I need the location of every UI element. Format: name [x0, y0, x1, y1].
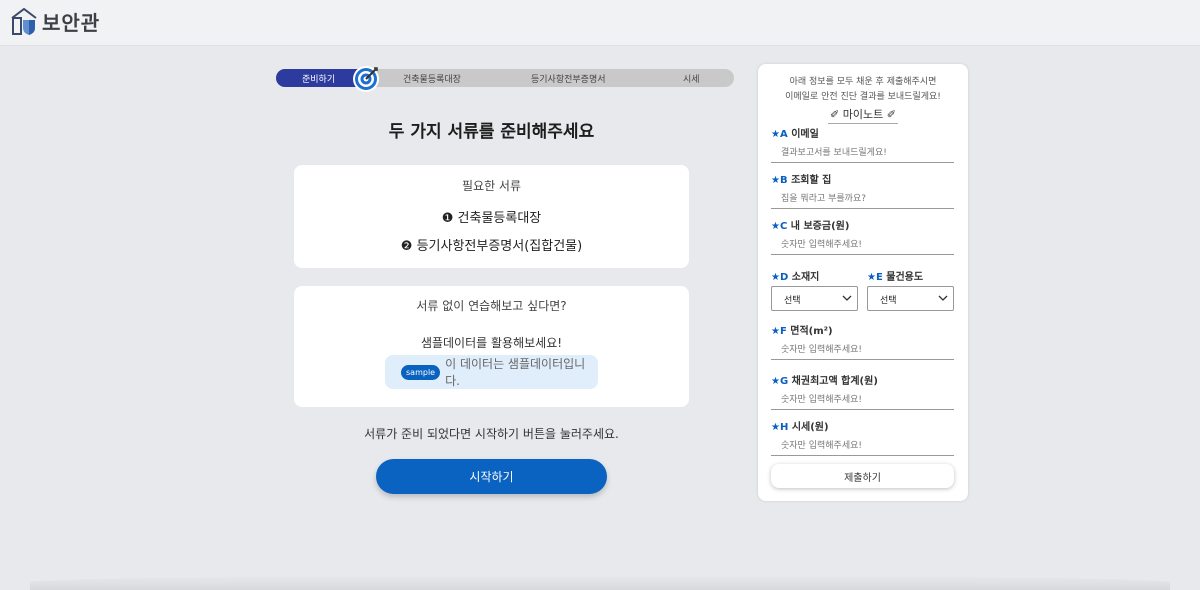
sample-cta: 샘플데이터를 활용해보세요! [420, 336, 563, 350]
submit-button[interactable]: 제출하기 [771, 464, 954, 488]
house-shield-icon [11, 7, 37, 35]
step-market-price[interactable]: 시세 [683, 72, 700, 85]
max-claim-field[interactable] [771, 390, 954, 410]
start-instruction: 서류가 준비 되었다면 시작하기 버튼을 눌러주세요. [364, 427, 619, 441]
panel-note-line1: 아래 정보를 모두 채운 후 제출해주시면 [789, 77, 937, 87]
usage-select[interactable]: 선택 [867, 286, 954, 311]
house-label: ★B 조회할 집 [771, 171, 831, 186]
chevron-down-icon [842, 295, 852, 301]
deposit-mark: ★C [771, 221, 788, 232]
usage-label: ★E 물건용도 [867, 268, 923, 283]
deposit-field[interactable] [771, 235, 954, 255]
pencil-icon: ✐ [886, 108, 896, 121]
area-label-text: 면적(m²) [790, 326, 833, 337]
location-select-value: 선택 [784, 296, 801, 306]
location-mark: ★D [771, 272, 789, 283]
deposit-label-text: 내 보증금(원) [790, 221, 850, 232]
step-building-register[interactable]: 건축물등록대장 [403, 72, 461, 85]
sample-question: 서류 없이 연습해보고 싶다면? [416, 299, 567, 313]
email-label-text: 이메일 [791, 129, 819, 140]
panel-note-line2: 이메일로 안전 진단 결과를 보내드릴게요! [785, 92, 941, 102]
notebook-title-text: 마이노트 [842, 108, 884, 121]
logo[interactable]: 보안관 [10, 6, 100, 36]
doc-item-building-register: ❶ 건축물등록대장 [441, 211, 542, 226]
bottom-shadow [30, 575, 1170, 590]
target-icon [353, 66, 379, 92]
my-note-panel: 아래 정보를 모두 채운 후 제출해주시면 이메일로 안전 진단 결과를 보내드… [758, 64, 968, 501]
market-price-mark: ★H [771, 422, 789, 433]
notebook-title: ✐ 마이노트 ✐ [828, 106, 898, 124]
area-field[interactable] [771, 340, 954, 360]
house-name-field[interactable] [771, 189, 954, 209]
house-label-text: 조회할 집 [791, 175, 832, 186]
max-claim-label-text: 채권최고액 합계(원) [791, 376, 878, 387]
page-title: 두 가지 서류를 준비해주세요 [388, 122, 595, 142]
sample-badge-text: 이 데이터는 샘플데이터입니다. [445, 357, 586, 388]
pencil-icon: ✐ [830, 108, 840, 121]
email-label: ★A 이메일 [771, 125, 819, 140]
max-claim-label: ★G 채권최고액 합계(원) [771, 372, 878, 387]
step-prepare[interactable]: 준비하기 [302, 72, 335, 85]
location-label-text: 소재지 [791, 272, 820, 283]
usage-select-value: 선택 [880, 296, 897, 306]
house-mark: ★B [771, 175, 788, 186]
usage-label-text: 물건용도 [886, 272, 924, 283]
chevron-down-icon [938, 295, 948, 301]
usage-mark: ★E [867, 272, 883, 283]
market-price-label-text: 시세(원) [791, 422, 829, 433]
area-label: ★F 면적(m²) [771, 322, 833, 337]
required-docs-card: 필요한 서류 ❶ 건축물등록대장 ❷ 등기사항전부증명서(집합건물) [294, 165, 689, 268]
deposit-label: ★C 내 보증금(원) [771, 217, 849, 232]
step-registry-certificate[interactable]: 등기사항전부증명서 [531, 72, 606, 85]
step-progress-bar: 준비하기 건축물등록대장 등기사항전부증명서 시세 [276, 69, 734, 87]
max-claim-mark: ★G [771, 376, 789, 387]
top-header: 보안관 [0, 0, 1200, 46]
doc-item-registry-certificate: ❷ 등기사항전부증명서(집합건물) [400, 239, 583, 254]
market-price-field[interactable] [771, 436, 954, 456]
location-select[interactable]: 선택 [771, 286, 858, 311]
market-price-label: ★H 시세(원) [771, 418, 829, 433]
sample-data-card: 서류 없이 연습해보고 싶다면? 샘플데이터를 활용해보세요! sample 이… [294, 286, 689, 407]
sample-data-button[interactable]: sample 이 데이터는 샘플데이터입니다. [385, 355, 598, 389]
logo-text: 보안관 [42, 10, 101, 35]
email-field[interactable] [771, 143, 954, 163]
area-mark: ★F [771, 326, 787, 337]
sample-badge: sample [401, 364, 441, 380]
email-mark: ★A [771, 129, 788, 140]
start-button[interactable]: 시작하기 [376, 459, 607, 494]
location-label: ★D 소재지 [771, 268, 819, 283]
required-docs-heading: 필요한 서류 [461, 179, 521, 193]
